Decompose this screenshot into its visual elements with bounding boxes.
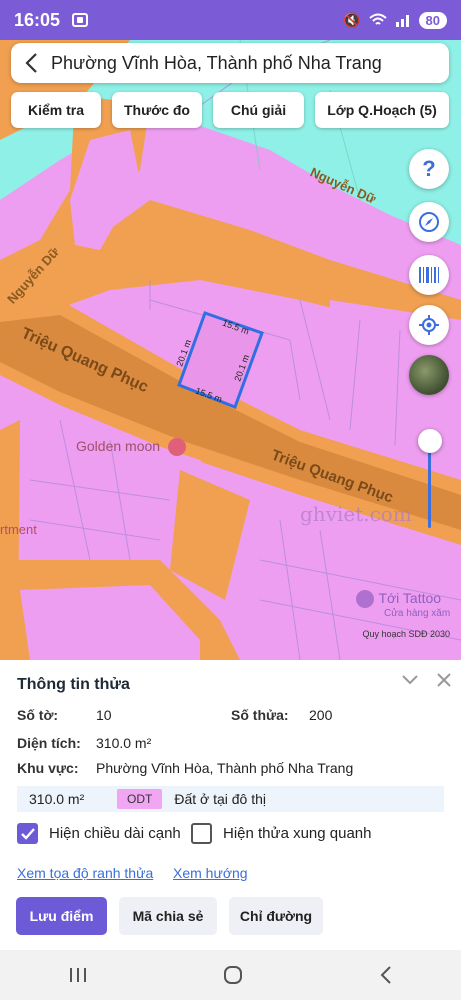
help-button[interactable]: ? bbox=[409, 149, 449, 189]
android-nav-bar bbox=[0, 950, 461, 1000]
directions-button[interactable]: Chỉ đường bbox=[229, 897, 323, 935]
checkbox-unchecked[interactable] bbox=[191, 823, 212, 844]
land-use-description: Đất ở tại đô thị bbox=[174, 791, 267, 807]
poi-label: Golden moon bbox=[76, 438, 161, 454]
land-use-row: 310.0 m² ODT Đất ở tại đô thị bbox=[17, 786, 444, 812]
battery-indicator: 80 bbox=[418, 11, 447, 29]
show-neighbors-label: Hiện thửa xung quanh bbox=[223, 825, 372, 842]
barcode-icon bbox=[419, 267, 439, 283]
share-code-button[interactable]: Mã chia sẻ bbox=[119, 897, 217, 935]
compass-button[interactable] bbox=[409, 202, 449, 242]
view-boundary-coords-link[interactable]: Xem tọa độ ranh thửa bbox=[17, 865, 153, 881]
location-title: Phường Vĩnh Hòa, Thành phố Nha Trang bbox=[51, 52, 382, 73]
chevron-down-icon bbox=[402, 675, 418, 685]
poi-apartment[interactable]: rtment bbox=[0, 522, 37, 537]
show-edge-length-label: Hiện chiều dài cạnh bbox=[49, 825, 181, 842]
sheet-number-label: Số tờ: bbox=[17, 707, 59, 723]
satellite-layer-button[interactable] bbox=[409, 355, 449, 395]
map-credit: Quy hoạch SDĐ 2030 bbox=[362, 629, 450, 639]
status-bar: 16:05 🔇 80 bbox=[0, 0, 461, 40]
recent-apps-icon[interactable] bbox=[68, 966, 88, 984]
parcel-number-value: 200 bbox=[309, 707, 333, 723]
planning-layers-chip[interactable]: Lớp Q.Hoạch (5) bbox=[315, 92, 449, 128]
save-point-button[interactable]: Lưu điểm bbox=[16, 897, 107, 935]
barcode-button[interactable] bbox=[409, 255, 449, 295]
check-icon bbox=[20, 827, 35, 840]
compass-icon bbox=[419, 212, 439, 232]
crosshair-icon bbox=[419, 315, 439, 335]
parcel-number-label: Số thửa: bbox=[231, 707, 289, 723]
back-nav-icon[interactable] bbox=[379, 965, 393, 985]
opacity-slider-knob[interactable] bbox=[418, 429, 442, 453]
poi-golden-moon[interactable]: Golden moon bbox=[76, 438, 186, 457]
parcel-info-sheet: Thông tin thửa Số tờ: 10 Số thửa: 200 Di… bbox=[0, 660, 461, 950]
region-label: Khu vực: bbox=[17, 760, 79, 776]
area-label: Diện tích: bbox=[17, 735, 81, 751]
opacity-slider-track[interactable] bbox=[428, 442, 431, 528]
legend-chip[interactable]: Chú giải bbox=[213, 92, 304, 128]
signal-icon bbox=[395, 15, 409, 27]
collapse-button[interactable] bbox=[400, 670, 420, 690]
close-icon bbox=[437, 673, 451, 687]
sheet-title: Thông tin thửa bbox=[17, 676, 130, 693]
help-icon: ? bbox=[422, 156, 436, 181]
checkbox-checked[interactable] bbox=[17, 823, 38, 844]
location-pin-icon bbox=[356, 590, 374, 608]
mute-icon: 🔇 bbox=[343, 11, 361, 28]
location-header[interactable]: Phường Vĩnh Hòa, Thành phố Nha Trang bbox=[11, 43, 449, 83]
poi-sublabel: Cửa hàng xăm bbox=[384, 608, 451, 620]
sheet-number-value: 10 bbox=[96, 707, 112, 723]
show-neighbors-toggle[interactable]: Hiện thửa xung quanh bbox=[191, 823, 371, 844]
poi-label: Tới Tattoo bbox=[378, 590, 442, 607]
show-edge-length-toggle[interactable]: Hiện chiều dài cạnh bbox=[17, 823, 181, 844]
map-toolbar: Kiểm tra Thước đo Chú giải Lớp Q.Hoạch (… bbox=[11, 92, 451, 128]
map-view[interactable]: Nguyễn Dữ Nguyễn Dữ Triệu Quang Phục Tri… bbox=[0, 40, 461, 660]
back-button[interactable] bbox=[11, 43, 51, 83]
land-use-area: 310.0 m² bbox=[29, 791, 85, 807]
area-value: 310.0 m² bbox=[96, 735, 152, 751]
measure-chip[interactable]: Thước đo bbox=[112, 92, 202, 128]
close-button[interactable] bbox=[434, 670, 454, 690]
screen-record-icon bbox=[72, 13, 89, 27]
poi-toi-tattoo[interactable]: Tới Tattoo Cửa hàng xăm bbox=[356, 590, 450, 619]
home-icon[interactable] bbox=[223, 965, 243, 985]
view-direction-link[interactable]: Xem hướng bbox=[173, 865, 248, 881]
check-chip[interactable]: Kiểm tra bbox=[11, 92, 101, 128]
region-value: Phường Vĩnh Hòa, Thành phố Nha Trang bbox=[96, 760, 354, 776]
status-time: 16:05 bbox=[14, 9, 61, 30]
my-location-button[interactable] bbox=[409, 305, 449, 345]
watermark: ghviet.com bbox=[300, 502, 412, 526]
wifi-icon bbox=[368, 13, 387, 25]
land-use-code-badge: ODT bbox=[117, 789, 163, 809]
chevron-left-icon bbox=[25, 53, 37, 73]
hotel-icon bbox=[167, 438, 186, 457]
